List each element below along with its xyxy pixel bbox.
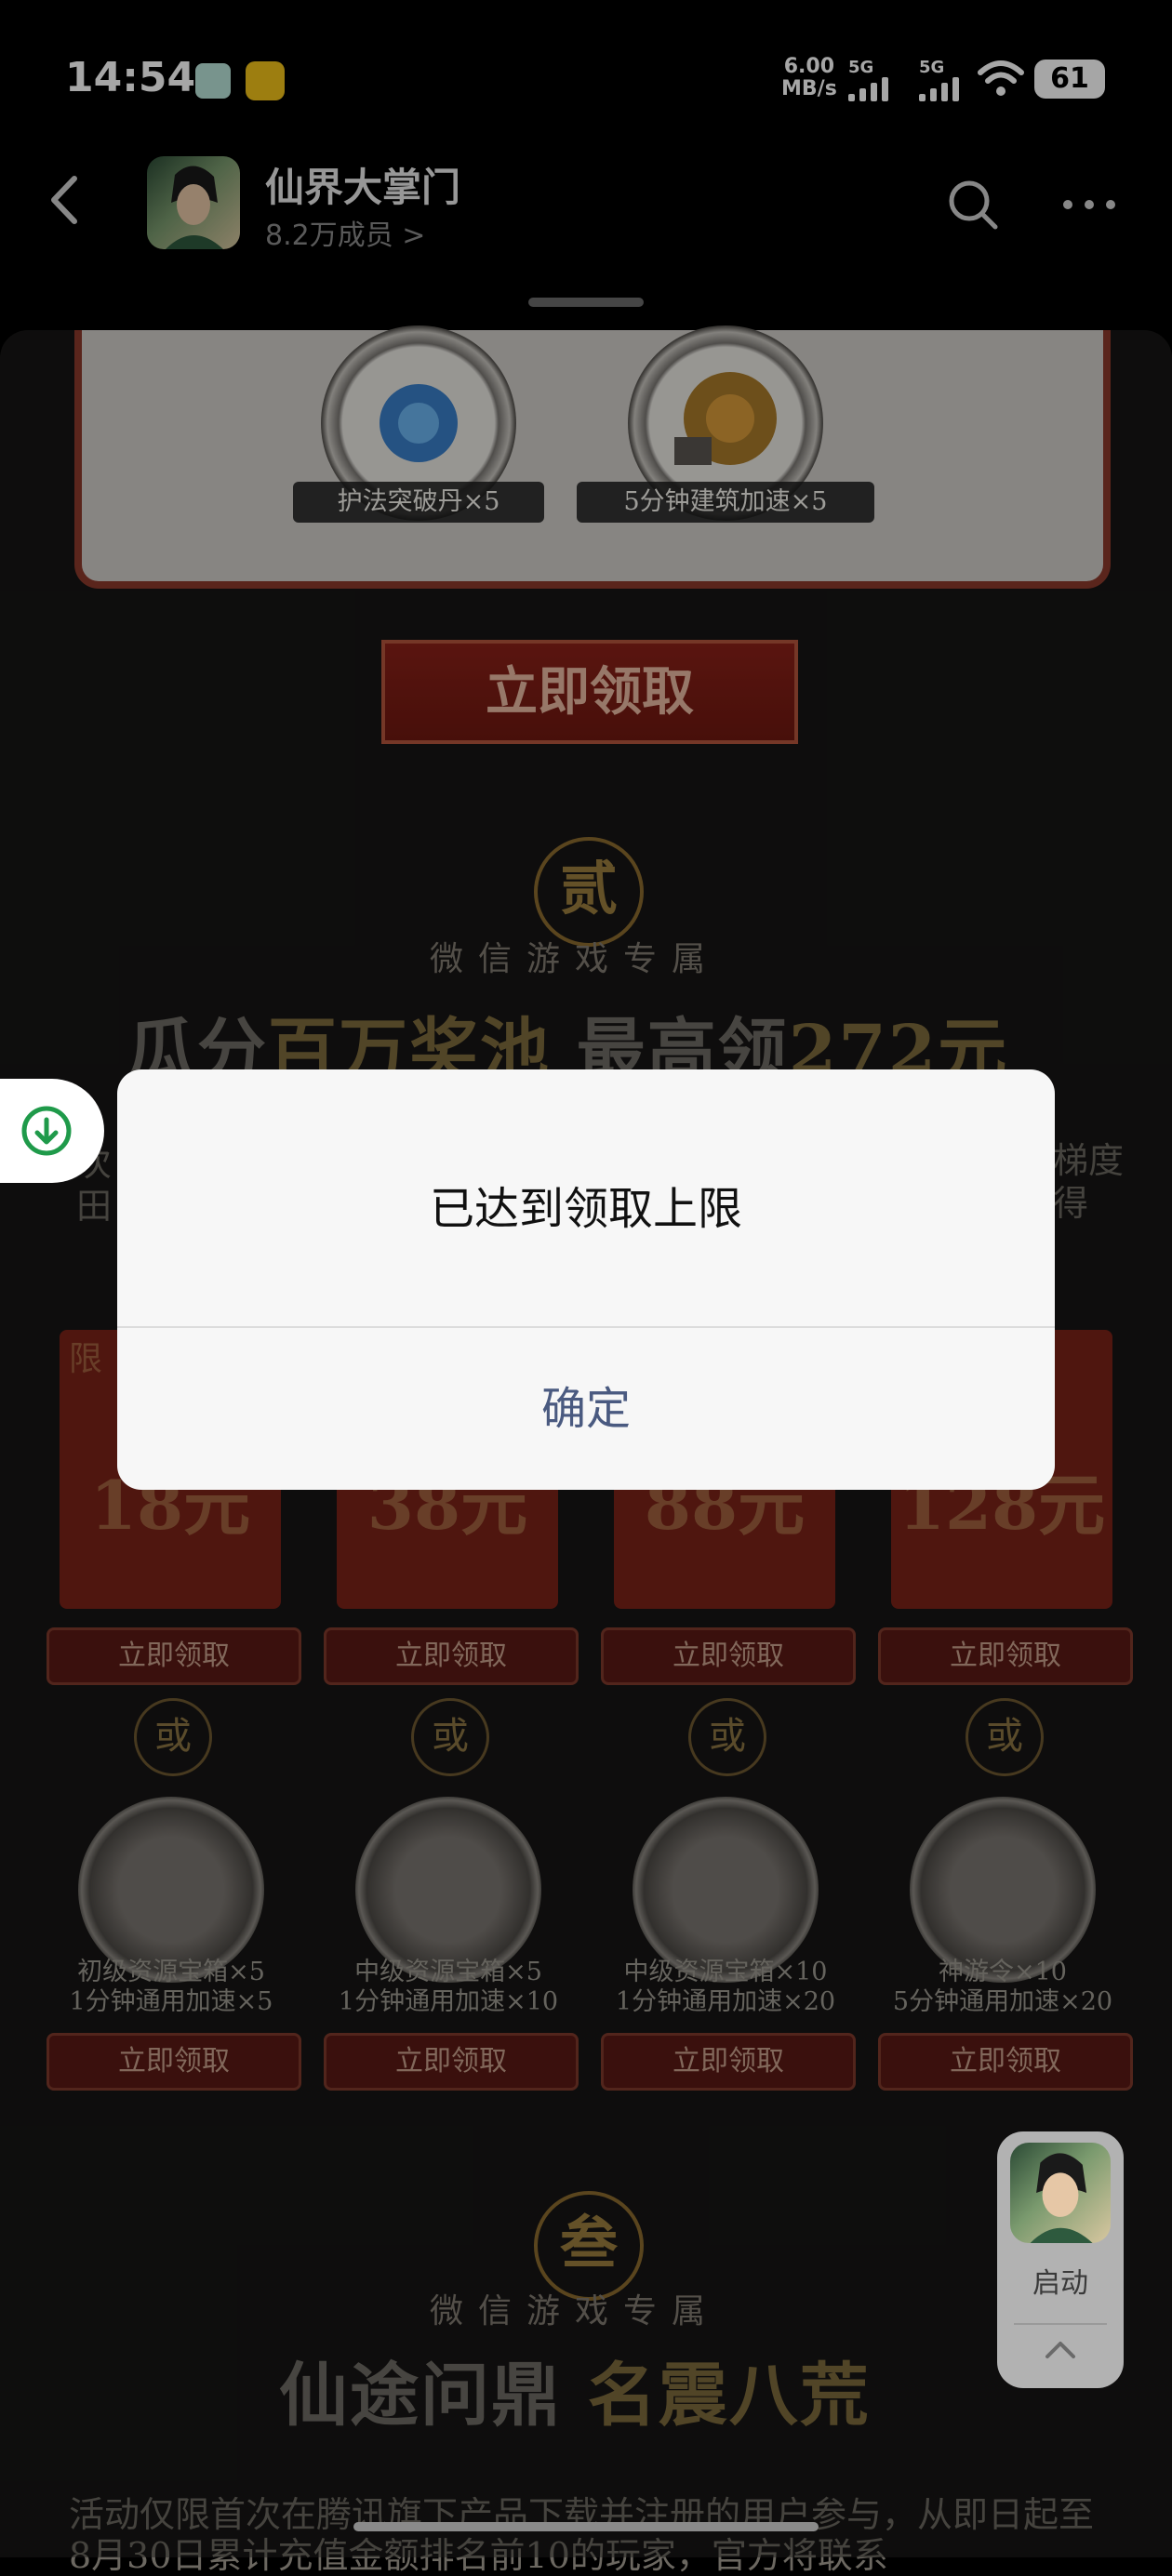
dialog-message: 已达到领取上限 — [429, 1183, 742, 1235]
chevron-up-icon[interactable] — [1040, 2336, 1081, 2364]
download-button[interactable] — [0, 1079, 104, 1183]
game-avatar[interactable] — [1010, 2143, 1111, 2243]
home-indicator[interactable] — [353, 2522, 819, 2531]
character-portrait-icon — [1030, 2153, 1093, 2243]
divider — [1014, 2323, 1107, 2325]
confirm-button[interactable]: 确定 — [117, 1328, 1055, 1490]
alert-dialog: 已达到领取上限 确定 — [117, 1069, 1055, 1490]
download-icon — [21, 1106, 72, 1156]
launch-button-label[interactable]: 启动 — [997, 2260, 1124, 2301]
